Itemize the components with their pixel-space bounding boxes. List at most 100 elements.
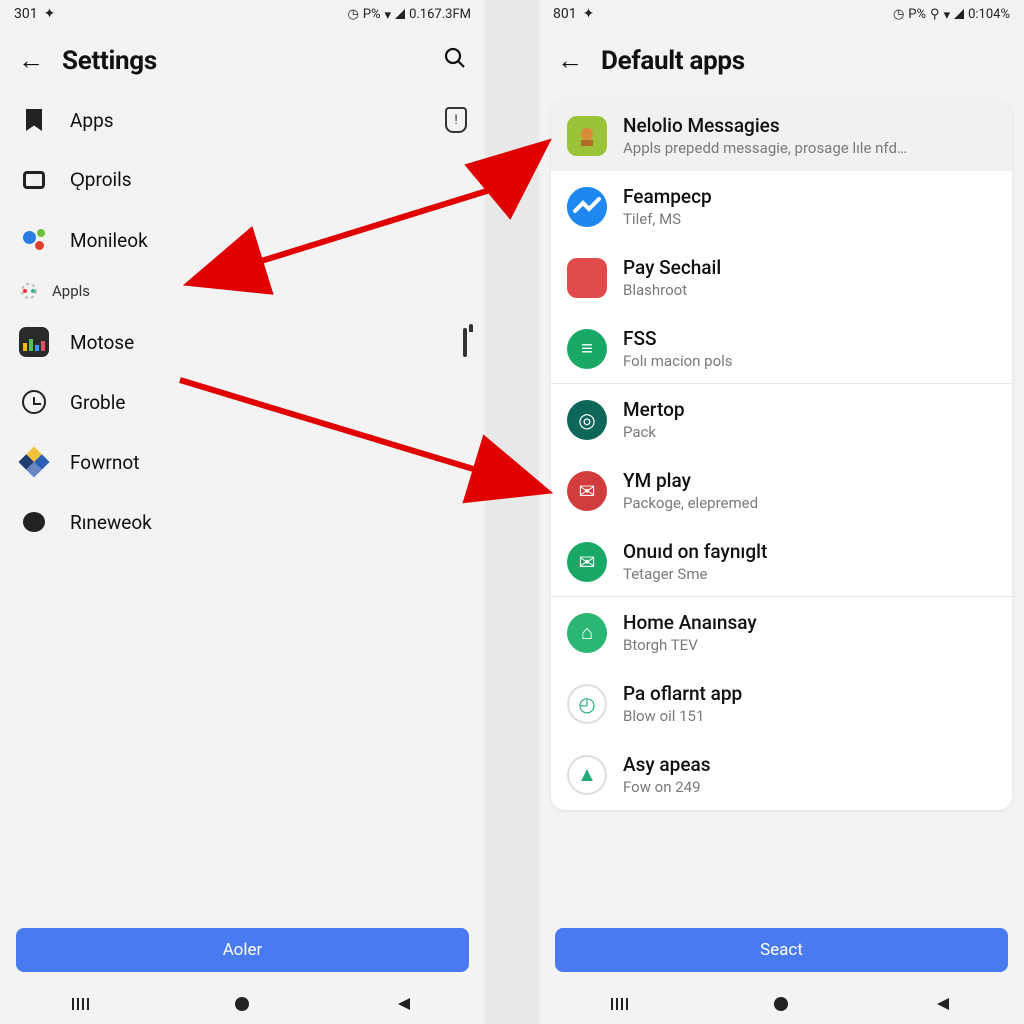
app-icon: ⌂ (567, 613, 607, 653)
back-button[interactable]: ← (18, 48, 44, 74)
navbar (539, 984, 1024, 1024)
settings-item-label: Apps (70, 109, 114, 132)
app-title: Home Anaınsay (623, 611, 757, 634)
app-row[interactable]: Nelolio Messagies Appls prepedd messagie,… (551, 100, 1012, 171)
navbar (0, 984, 485, 1024)
app-icon: ✉ (567, 542, 607, 582)
back-button[interactable]: ← (557, 48, 583, 74)
clock-icon (18, 386, 50, 418)
settings-item-monileok[interactable]: Monileok (0, 210, 485, 270)
settings-item-label: Monileok (70, 229, 148, 252)
stats-icon (18, 326, 50, 358)
app-icon (567, 116, 607, 156)
app-icon: ▲ (567, 755, 607, 795)
app-subtitle: Btorgh TEV (623, 636, 757, 654)
status-time: 301 (14, 6, 38, 22)
statusbar: 801 ✦ ◷ P% ⚲ ▾ 0:104% (539, 0, 1024, 28)
app-subtitle: Appls prepedd messagie, prosage lıle nfd… (623, 139, 907, 157)
phone-right-screen: 801 ✦ ◷ P% ⚲ ▾ 0:104% ← Default apps Nel… (539, 0, 1024, 1024)
trash-icon: i (463, 330, 467, 355)
nav-home-icon[interactable] (212, 995, 272, 1013)
app-title: Pay Sechail (623, 256, 721, 279)
app-row[interactable]: ◴Pa oflarnt appBlow oil 151 (551, 668, 1012, 739)
app-subtitle: Blow oil 151 (623, 707, 742, 725)
puzzle-icon: ✦ (583, 6, 595, 22)
app-row[interactable]: ✉ YM play Packoge, elepremed (551, 455, 1012, 526)
app-row[interactable]: ▲ Asy apeas Fow on 249 (551, 739, 1012, 810)
settings-item-fowrnot[interactable]: Fowrnot (0, 432, 485, 492)
settings-item-label: Appls (52, 282, 90, 300)
app-icon: ◎ (567, 400, 607, 440)
signal-icon (395, 9, 405, 19)
app-subtitle: Packoge, elepremed (623, 494, 758, 512)
app-row[interactable]: ⌂ Home Anaınsay Btorgh TEV (551, 597, 1012, 668)
settings-item-motose[interactable]: Motose i (0, 312, 485, 372)
status-extra: 0:104% (968, 7, 1010, 22)
dots-icon (18, 224, 50, 256)
settings-item-label: Motose (70, 331, 134, 354)
shield-icon: ! (445, 107, 467, 133)
status-clock-icon: ◷ (893, 7, 904, 22)
puzzle-icon: ✦ (44, 6, 56, 22)
app-icon (567, 187, 607, 227)
page-title: Settings (62, 46, 157, 76)
settings-item-label: Fowrnot (70, 451, 139, 474)
settings-item-apps[interactable]: Apps ! (0, 90, 485, 150)
status-pk: P% (363, 7, 381, 22)
cube-icon (18, 446, 50, 478)
appbar: ← Settings (0, 28, 485, 90)
app-subtitle: Folı macion pols (623, 352, 733, 370)
settings-item-label: Rıneweok (70, 511, 152, 534)
app-subtitle: Blashroot (623, 281, 721, 299)
search-icon[interactable] (443, 46, 467, 76)
page-title: Default apps (601, 46, 745, 76)
app-subtitle: Pack (623, 423, 685, 441)
statusbar: 301 ✦ ◷ P% ▾ 0.167.3FM (0, 0, 485, 28)
cart-icon: ⚲ (930, 7, 940, 22)
nav-recent-icon[interactable] (51, 996, 111, 1012)
app-row[interactable]: Feampecp Tilef, MS (551, 171, 1012, 242)
app-icon: ✉ (567, 471, 607, 511)
display-icon (18, 164, 50, 196)
settings-item-groble[interactable]: Groble (0, 372, 485, 432)
app-title: Feampecp (623, 185, 712, 208)
settings-item-rineweok[interactable]: Rıneweok (0, 492, 485, 552)
app-subtitle: Tetager Sme (623, 565, 767, 583)
wifi-icon: ▾ (385, 8, 392, 23)
primary-button-label: Seact (760, 940, 803, 960)
app-subtitle: Tilef, MS (623, 210, 712, 228)
nav-back-icon[interactable] (374, 996, 434, 1012)
status-pk: P% (908, 7, 926, 22)
app-title: Mertop (623, 398, 685, 421)
app-row[interactable]: ≡ FSS Folı macion pols (551, 313, 1012, 384)
primary-button[interactable]: Aoler (16, 928, 469, 972)
primary-button-label: Aoler (223, 940, 263, 960)
app-title: YM play (623, 469, 758, 492)
default-apps-list: Nelolio Messagies Appls prepedd messagie,… (551, 100, 1012, 810)
app-title: Onuıd on faynıglt (623, 540, 767, 563)
signal-icon (954, 9, 964, 19)
settings-item-oproils[interactable]: Ǫproils (0, 150, 485, 210)
settings-item-appls[interactable]: Appls (0, 270, 485, 312)
nav-home-icon[interactable] (751, 995, 811, 1013)
appbar: ← Default apps (539, 28, 1024, 90)
app-row[interactable]: ✉ Onuıd on faynıglt Tetager Sme (551, 526, 1012, 597)
settings-item-label: Ǫproils (70, 168, 132, 192)
status-clock-icon: ◷ (347, 7, 358, 22)
apps-icon (18, 104, 50, 136)
chat-icon (18, 506, 50, 538)
nav-recent-icon[interactable] (590, 996, 650, 1012)
app-title: FSS (623, 327, 733, 350)
nav-back-icon[interactable] (913, 996, 973, 1012)
app-icon: ◴ (567, 684, 607, 724)
settings-item-label: Groble (70, 391, 125, 414)
app-row[interactable]: Pay Sechail Blashroot (551, 242, 1012, 313)
appls-icon (18, 280, 40, 302)
app-row[interactable]: ◎ Mertop Pack (551, 384, 1012, 455)
status-extra: 0.167.3FM (409, 7, 471, 22)
app-title: Asy apeas (623, 753, 711, 776)
primary-button[interactable]: Seact (555, 928, 1008, 972)
app-title: Nelolio Messagies (623, 114, 907, 137)
app-icon: ≡ (567, 329, 607, 369)
app-subtitle: Fow on 249 (623, 778, 711, 796)
